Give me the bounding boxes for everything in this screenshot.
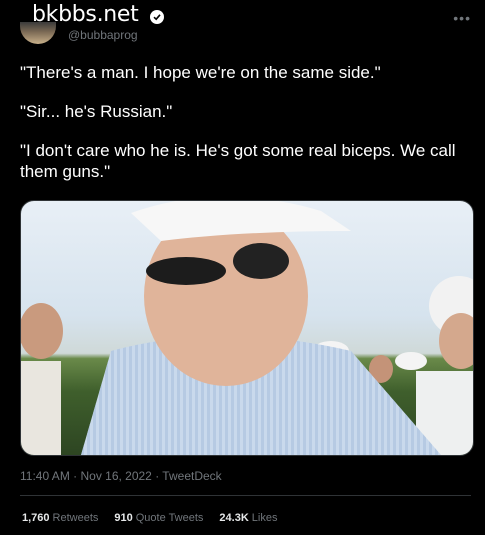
- tweet-stats: 1,760 Retweets 910 Quote Tweets 24.3K Likes: [22, 512, 277, 524]
- likes-label: Likes: [251, 512, 278, 524]
- retweets-stat[interactable]: 1,760 Retweets: [22, 512, 98, 524]
- watermark-text: bkbbs.net: [32, 2, 139, 27]
- tweet-timestamp[interactable]: 11:40 AM · Nov 16, 2022 · TweetDeck: [20, 469, 222, 483]
- quote-tweets-label: Quote Tweets: [135, 512, 204, 524]
- retweets-count: 1,760: [22, 512, 50, 524]
- video-frame-illustration: [21, 201, 473, 455]
- retweets-label: Retweets: [52, 512, 99, 524]
- more-options-icon[interactable]: •••: [453, 10, 471, 26]
- tweet-paragraph: "I don't care who he is. He's got some r…: [20, 141, 456, 181]
- verified-badge-icon: [150, 10, 164, 24]
- tweet-text: "There's a man. I hope we're on the same…: [20, 62, 470, 200]
- tweet-media-video[interactable]: [20, 200, 474, 456]
- likes-count: 24.3K: [219, 512, 249, 524]
- tweet-paragraph: "Sir... he's Russian.": [20, 102, 173, 121]
- user-handle[interactable]: @bubbaprog: [68, 28, 138, 42]
- likes-stat[interactable]: 24.3K Likes: [219, 512, 277, 524]
- quote-tweets-count: 910: [114, 512, 133, 524]
- tweet-header: bkbbs.net @bubbaprog •••: [0, 0, 485, 50]
- quote-tweets-stat[interactable]: 910 Quote Tweets: [114, 512, 203, 524]
- divider: [20, 495, 471, 496]
- tweet-paragraph: "There's a man. I hope we're on the same…: [20, 63, 381, 82]
